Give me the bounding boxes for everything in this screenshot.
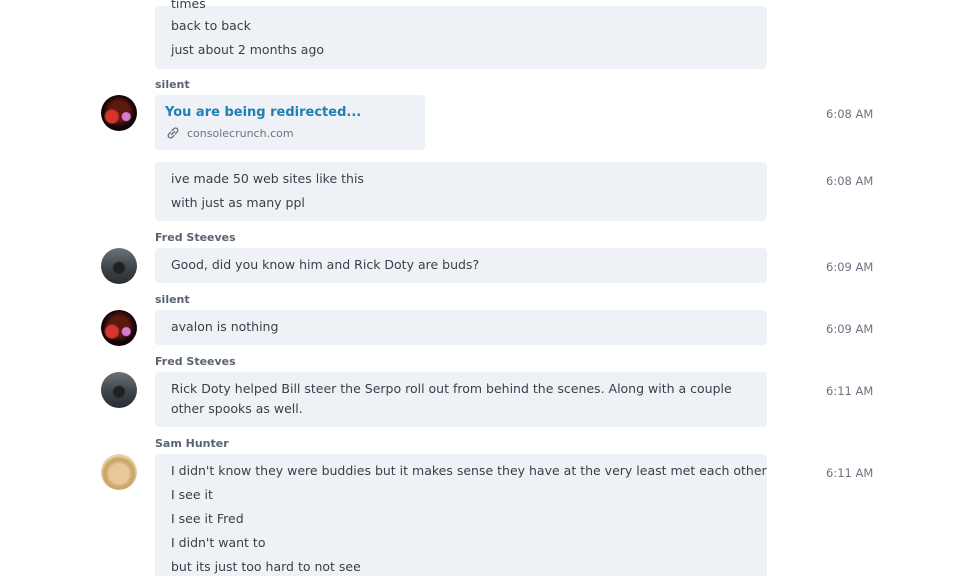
message-timestamp: 6:08 AM [826,107,874,121]
message-timestamp: 6:11 AM [826,466,874,480]
message-bubble: times back to back just about 2 months a… [155,0,767,69]
message-text: but its just too hard to not see [171,559,361,574]
sender-name[interactable]: silent [155,293,190,306]
message-text: Rick Doty helped Bill steer the Serpo ro… [171,381,732,416]
message-text: I see it [171,487,213,502]
message-bubble: ive made 50 web sites like this with jus… [155,162,767,221]
message-text: just about 2 months ago [171,42,325,57]
message-bubble: Rick Doty helped Bill steer the Serpo ro… [155,372,767,427]
message-text: I didn't want to [171,535,266,550]
message-bubble: avalon is nothing [155,310,767,345]
message-text: times [171,0,206,11]
message-timestamp: 6:11 AM [826,384,874,398]
chat-transcript: times back to back just about 2 months a… [0,0,974,576]
avatar[interactable] [101,248,137,284]
sender-name[interactable]: Sam Hunter [155,437,229,450]
avatar[interactable] [101,454,137,490]
message-text: back to back [171,18,251,33]
message-bubble: Good, did you know him and Rick Doty are… [155,248,767,283]
message-text: avalon is nothing [171,319,279,334]
message-timestamp: 6:09 AM [826,260,874,274]
link-preview-domain[interactable]: consolecrunch.com [187,127,294,140]
message-timestamp: 6:09 AM [826,322,874,336]
link-preview-card[interactable]: You are being redirected... consolecrunc… [155,95,425,150]
message-timestamp: 6:08 AM [826,174,874,188]
message-text: ive made 50 web sites like this [171,171,364,186]
link-icon [167,127,179,139]
message-text: Good, did you know him and Rick Doty are… [171,257,480,272]
message-text: with just as many ppl [171,195,305,210]
sender-name[interactable]: Fred Steeves [155,231,236,244]
sender-name[interactable]: Fred Steeves [155,355,236,368]
avatar[interactable] [101,372,137,408]
message-text: I see it Fred [171,511,244,526]
sender-name[interactable]: silent [155,78,190,91]
message-bubble: I didn't know they were buddies but it m… [155,454,767,576]
message-text: I didn't know they were buddies but it m… [171,463,767,478]
avatar[interactable] [101,95,137,131]
avatar[interactable] [101,310,137,346]
link-preview-title[interactable]: You are being redirected... [165,105,361,120]
